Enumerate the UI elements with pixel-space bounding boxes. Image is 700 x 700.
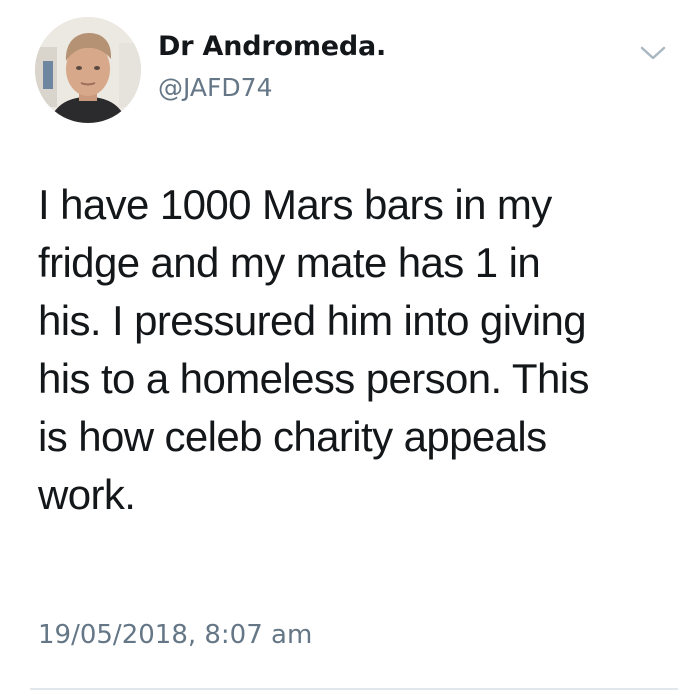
tweet-text-line: I have 1000 Mars bars in my — [38, 181, 552, 228]
chevron-down-icon[interactable] — [638, 42, 668, 64]
tweet-text-line: fridge and my mate has 1 in — [38, 239, 541, 286]
tweet-text-line: his. I pressured him into giving — [38, 297, 587, 344]
display-name[interactable]: Dr Andromeda. — [158, 30, 386, 64]
tweet-timestamp[interactable]: 19/05/2018, 8:07 am — [38, 618, 312, 652]
author-info: Dr Andromeda. @JAFD74 — [158, 30, 386, 104]
tweet-text-line: his to a homeless person. This — [38, 355, 589, 402]
divider — [30, 688, 678, 690]
avatar-image — [35, 17, 141, 123]
tweet-text-line: work. — [38, 471, 136, 518]
user-handle[interactable]: @JAFD74 — [158, 72, 386, 104]
tweet-text: I have 1000 Mars bars in my fridge and m… — [38, 176, 678, 524]
avatar[interactable] — [35, 17, 141, 123]
tweet-text-line: is how celeb charity appeals — [38, 413, 547, 460]
tweet-card: Dr Andromeda. @JAFD74 I have 1000 Mars b… — [0, 0, 700, 700]
